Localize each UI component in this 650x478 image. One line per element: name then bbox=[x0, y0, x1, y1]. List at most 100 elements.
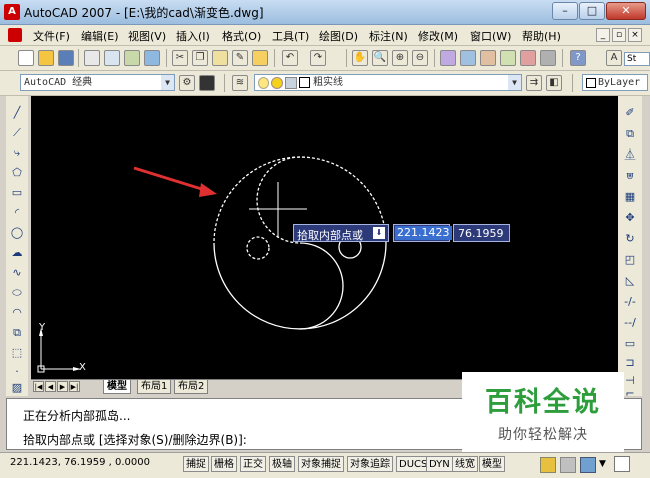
redo-icon[interactable]: ↷ bbox=[310, 50, 326, 66]
mdi-restore-button[interactable]: ▫ bbox=[612, 28, 626, 42]
construction-line-icon[interactable]: ⟋ bbox=[9, 125, 25, 141]
zoom-realtime-icon[interactable]: 🔍 bbox=[372, 50, 388, 66]
menu-edit[interactable]: 编辑(E) bbox=[81, 28, 119, 44]
menu-insert[interactable]: 插入(I) bbox=[176, 28, 210, 44]
document-icon[interactable] bbox=[8, 28, 22, 42]
break-icon[interactable]: ▭ bbox=[622, 336, 638, 352]
ellipse-icon[interactable]: ⬭ bbox=[9, 285, 25, 301]
new-icon[interactable] bbox=[18, 50, 34, 66]
array-icon[interactable]: ▦ bbox=[622, 189, 638, 205]
next-tab-icon[interactable]: ▶ bbox=[57, 381, 68, 392]
chevron-down-icon[interactable]: ▼ bbox=[508, 75, 521, 90]
calculator-icon[interactable] bbox=[540, 50, 556, 66]
menu-help[interactable]: 帮助(H) bbox=[522, 28, 561, 44]
snap-toggle[interactable]: 捕捉 bbox=[183, 456, 209, 472]
dynamic-input-x[interactable]: 221.1423 bbox=[393, 224, 452, 242]
extend-icon[interactable]: --/ bbox=[622, 315, 638, 331]
workspace-settings-icon[interactable]: ⚙ bbox=[179, 75, 195, 91]
mdi-close-button[interactable]: × bbox=[628, 28, 642, 42]
copy-icon[interactable]: ❐ bbox=[192, 50, 208, 66]
print-icon[interactable] bbox=[84, 50, 100, 66]
coordinate-readout[interactable]: 221.1423, 76.1959 , 0.0000 bbox=[10, 457, 150, 468]
menu-draw[interactable]: 绘图(D) bbox=[319, 28, 358, 44]
design-center-icon[interactable] bbox=[460, 50, 476, 66]
text-style-icon[interactable]: A bbox=[606, 50, 622, 66]
make-layer-current-icon[interactable]: ⇉ bbox=[526, 75, 542, 91]
offset-icon[interactable]: ⩐ bbox=[622, 168, 638, 184]
menu-tools[interactable]: 工具(T) bbox=[272, 28, 309, 44]
ellipse-arc-icon[interactable]: ◠ bbox=[9, 305, 25, 321]
save-icon[interactable] bbox=[58, 50, 74, 66]
communication-center-icon[interactable] bbox=[540, 457, 556, 473]
layer-previous-icon[interactable]: ◧ bbox=[546, 75, 562, 91]
workspace-combo[interactable]: AutoCAD 经典 ▼ bbox=[20, 74, 175, 91]
publish-icon[interactable] bbox=[124, 50, 140, 66]
clean-screen-icon[interactable] bbox=[614, 456, 630, 472]
menu-dimension[interactable]: 标注(N) bbox=[369, 28, 408, 44]
undo-icon[interactable]: ↶ bbox=[282, 50, 298, 66]
zoom-window-icon[interactable]: ⊕ bbox=[392, 50, 408, 66]
circle-icon[interactable]: ◯ bbox=[9, 225, 25, 241]
tray-settings-icon[interactable] bbox=[580, 457, 596, 473]
sheet-set-icon[interactable] bbox=[500, 50, 516, 66]
menu-file[interactable]: 文件(F) bbox=[33, 28, 70, 44]
markup-icon[interactable] bbox=[520, 50, 536, 66]
options-dropdown-icon[interactable]: ⬇ bbox=[373, 227, 385, 239]
drawing-canvas[interactable]: Y X 拾取内部点或 ⬇ 221.1423 76.1959 bbox=[31, 96, 618, 379]
polyline-icon[interactable]: ⤷ bbox=[9, 145, 25, 161]
cut-icon[interactable]: ✂ bbox=[172, 50, 188, 66]
grid-toggle[interactable]: 栅格 bbox=[211, 456, 237, 472]
tool-palettes-icon[interactable] bbox=[480, 50, 496, 66]
erase-icon[interactable]: ✐ bbox=[622, 105, 638, 121]
layer-manager-icon[interactable]: ≋ bbox=[232, 75, 248, 91]
lock-toolbar-icon[interactable] bbox=[560, 457, 576, 473]
open-icon[interactable] bbox=[38, 50, 54, 66]
workspace-save-icon[interactable] bbox=[199, 75, 215, 91]
pan-icon[interactable]: ✋ bbox=[352, 50, 368, 66]
join-icon[interactable]: ⊐ bbox=[622, 355, 638, 371]
menu-modify[interactable]: 修改(M) bbox=[418, 28, 458, 44]
maximize-button[interactable]: □ bbox=[579, 2, 605, 20]
tab-model[interactable]: 模型 bbox=[103, 380, 131, 394]
block-editor-icon[interactable] bbox=[252, 50, 268, 66]
model-toggle[interactable]: 模型 bbox=[479, 456, 505, 472]
osnap-toggle[interactable]: 对象捕捉 bbox=[298, 456, 344, 472]
mdi-minimize-button[interactable]: _ bbox=[596, 28, 610, 42]
print-preview-icon[interactable] bbox=[104, 50, 120, 66]
point-icon[interactable]: · bbox=[9, 364, 25, 380]
arc-icon[interactable]: ◜ bbox=[9, 205, 25, 221]
polar-toggle[interactable]: 极轴 bbox=[269, 456, 295, 472]
tab-layout2[interactable]: 布局2 bbox=[174, 380, 209, 394]
stretch-icon[interactable]: ◺ bbox=[622, 273, 638, 289]
autocad-app-icon[interactable]: A bbox=[4, 4, 20, 20]
line-icon[interactable]: ╱ bbox=[9, 105, 25, 121]
paste-icon[interactable] bbox=[212, 50, 228, 66]
first-tab-icon[interactable]: |◀ bbox=[33, 381, 44, 392]
3d-dwf-icon[interactable] bbox=[144, 50, 160, 66]
move-icon[interactable]: ✥ bbox=[622, 210, 638, 226]
otrack-toggle[interactable]: 对象追踪 bbox=[347, 456, 393, 472]
polygon-icon[interactable]: ⬠ bbox=[9, 165, 25, 181]
layer-combo[interactable]: 粗实线 ▼ bbox=[254, 74, 522, 91]
minimize-button[interactable]: – bbox=[552, 2, 578, 20]
copy-object-icon[interactable]: ⧉ bbox=[622, 126, 638, 142]
mirror-icon[interactable]: ⏅ bbox=[622, 147, 638, 163]
lineweight-toggle[interactable]: 线宽 bbox=[452, 456, 478, 472]
menu-window[interactable]: 窗口(W) bbox=[470, 28, 511, 44]
revision-cloud-icon[interactable]: ☁ bbox=[9, 245, 25, 261]
help-icon[interactable]: ? bbox=[570, 50, 586, 66]
prev-tab-icon[interactable]: ◀ bbox=[45, 381, 56, 392]
last-tab-icon[interactable]: ▶| bbox=[69, 381, 80, 392]
color-combo[interactable]: ByLayer bbox=[582, 74, 648, 91]
menu-format[interactable]: 格式(O) bbox=[222, 28, 261, 44]
zoom-previous-icon[interactable]: ⊖ bbox=[412, 50, 428, 66]
match-properties-icon[interactable]: ✎ bbox=[232, 50, 248, 66]
ortho-toggle[interactable]: 正交 bbox=[240, 456, 266, 472]
scale-icon[interactable]: ◰ bbox=[622, 252, 638, 268]
trim-icon[interactable]: -/- bbox=[622, 294, 638, 310]
menu-view[interactable]: 视图(V) bbox=[128, 28, 166, 44]
rotate-icon[interactable]: ↻ bbox=[622, 231, 638, 247]
properties-icon[interactable] bbox=[440, 50, 456, 66]
make-block-icon[interactable]: ⬚ bbox=[9, 345, 25, 361]
dyn-toggle[interactable]: DYN bbox=[426, 456, 453, 472]
